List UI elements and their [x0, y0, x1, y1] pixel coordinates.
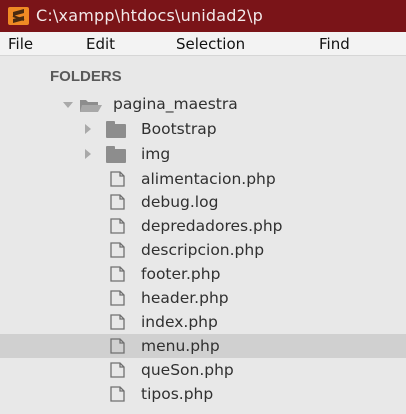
tree-file-selected[interactable]: menu.php — [0, 334, 406, 358]
chevron-right-icon[interactable] — [85, 149, 91, 159]
tree-file[interactable]: tipos.php — [0, 382, 406, 406]
folder-icon — [106, 146, 126, 163]
file-icon — [109, 193, 127, 211]
file-icon — [109, 313, 127, 331]
file-icon — [109, 385, 127, 403]
menu-find[interactable]: Find — [319, 35, 350, 53]
folder-open-icon — [80, 97, 102, 112]
menu-selection[interactable]: Selection — [176, 35, 245, 53]
folder-icon — [106, 121, 126, 138]
file-label: descripcion.php — [141, 241, 265, 259]
file-label: header.php — [141, 289, 229, 307]
chevron-right-icon[interactable] — [85, 124, 91, 134]
tree-file[interactable]: footer.php — [0, 262, 406, 286]
chevron-down-icon[interactable] — [63, 102, 73, 108]
menu-edit[interactable]: Edit — [86, 35, 115, 53]
menu-bar: File Edit Selection Find — [0, 32, 406, 56]
folder-label: Bootstrap — [141, 120, 217, 138]
file-icon — [109, 170, 127, 188]
file-label: footer.php — [141, 265, 221, 283]
file-label: alimentacion.php — [141, 170, 276, 188]
file-label: menu.php — [141, 337, 220, 355]
file-icon — [109, 241, 127, 259]
menu-file[interactable]: File — [8, 35, 33, 53]
tree-folder-img[interactable]: img — [0, 142, 406, 166]
window-title: C:\xampp\htdocs\unidad2\p — [36, 6, 263, 25]
file-icon — [109, 337, 127, 355]
tree-file[interactable]: depredadores.php — [0, 214, 406, 238]
tree-file[interactable]: queSon.php — [0, 358, 406, 382]
tree-file[interactable]: alimentacion.php — [0, 167, 406, 191]
tree-file[interactable]: descripcion.php — [0, 238, 406, 262]
tree-root-folder[interactable]: pagina_maestra — [0, 92, 406, 116]
file-icon — [109, 217, 127, 235]
tree-file[interactable]: debug.log — [0, 190, 406, 214]
file-label: debug.log — [141, 193, 219, 211]
file-icon — [109, 361, 127, 379]
title-bar: C:\xampp\htdocs\unidad2\p — [0, 0, 406, 32]
file-icon — [109, 265, 127, 283]
root-folder-label: pagina_maestra — [113, 95, 238, 113]
file-label: index.php — [141, 313, 218, 331]
tree-file[interactable]: header.php — [0, 286, 406, 310]
sidebar: FOLDERS pagina_maestra Bootstrap img ali… — [0, 56, 406, 414]
tree-folder-bootstrap[interactable]: Bootstrap — [0, 117, 406, 141]
file-label: tipos.php — [141, 385, 214, 403]
file-label: depredadores.php — [141, 217, 283, 235]
folders-header: FOLDERS — [50, 68, 122, 85]
file-label: queSon.php — [141, 361, 234, 379]
file-icon — [109, 289, 127, 307]
sublime-text-icon — [8, 7, 29, 25]
folder-label: img — [141, 145, 171, 163]
tree-file[interactable]: index.php — [0, 310, 406, 334]
